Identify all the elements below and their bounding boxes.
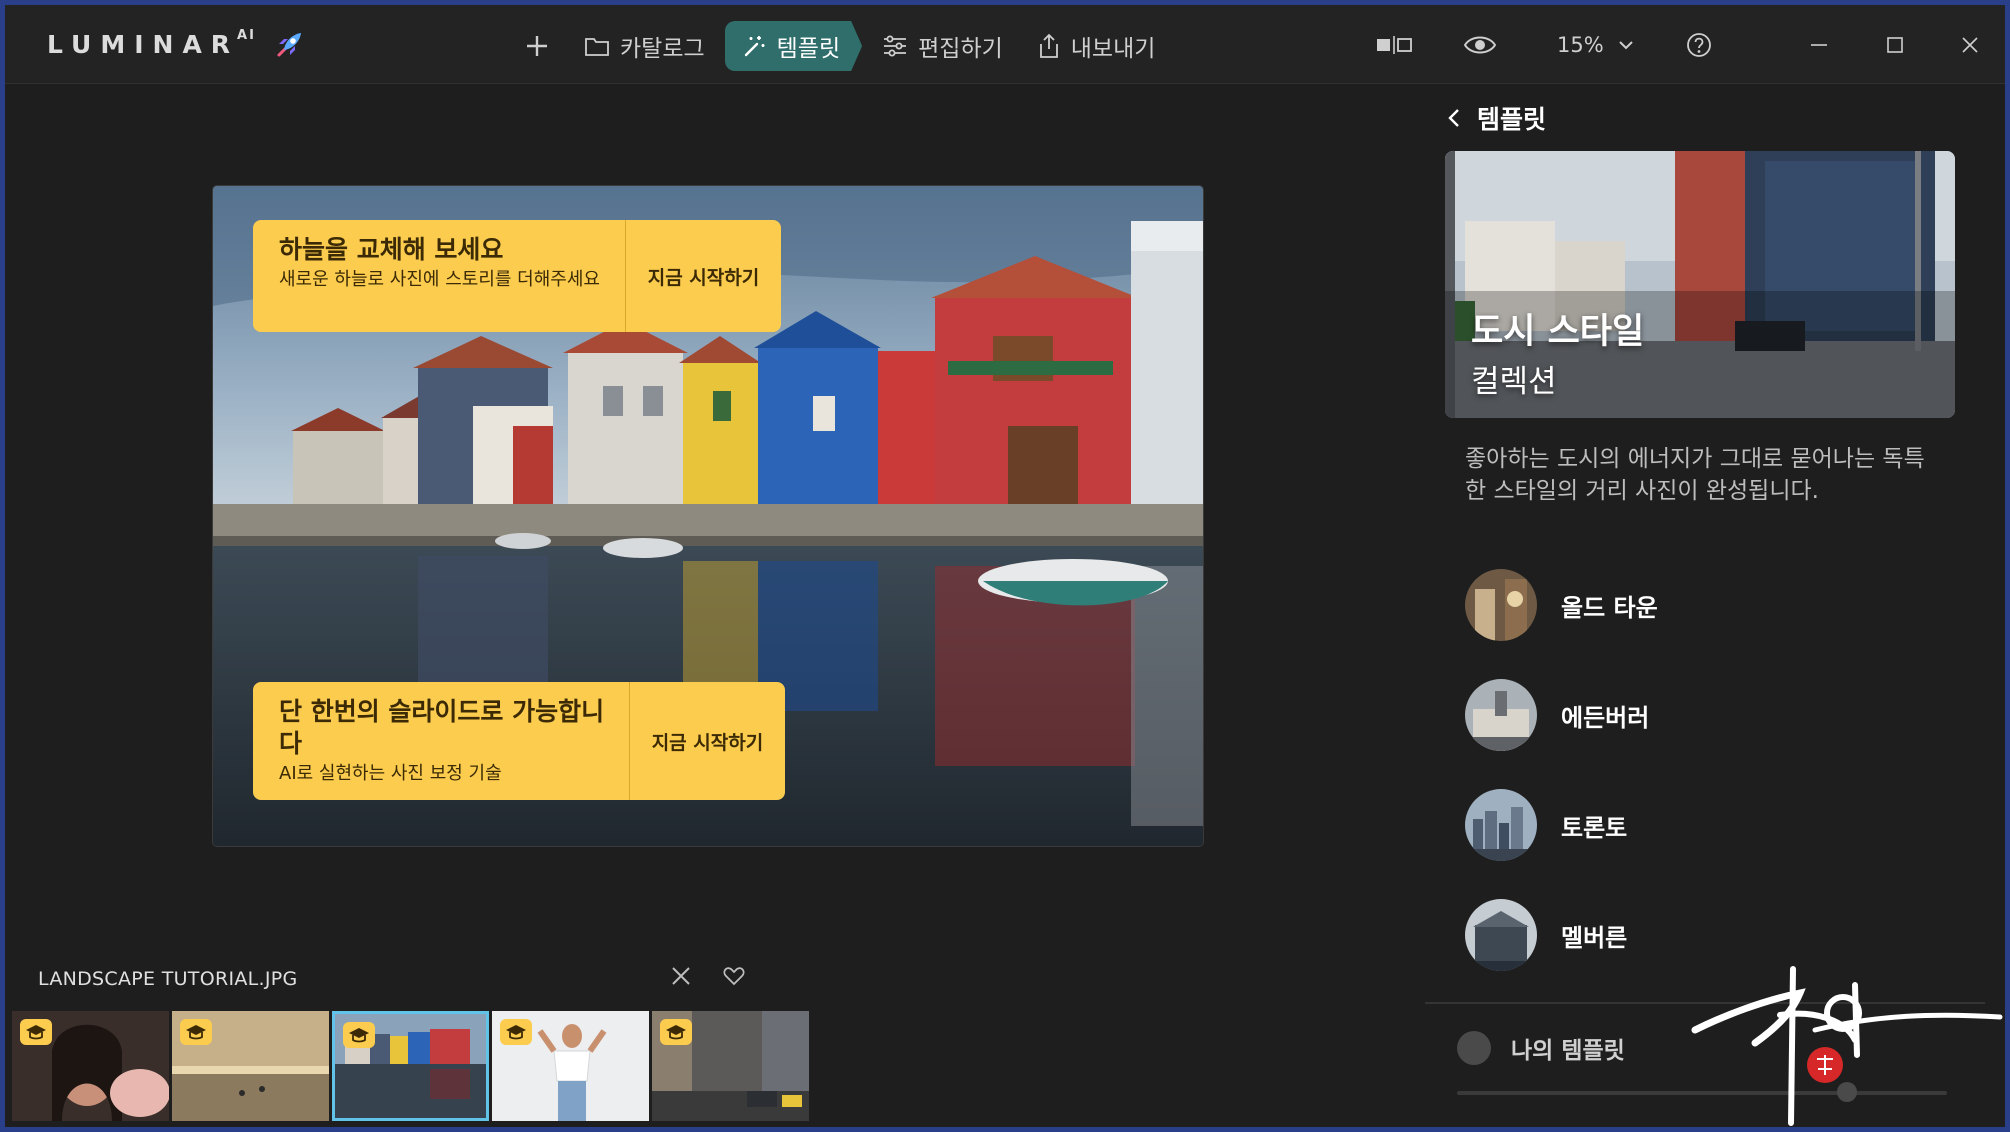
filmstrip	[12, 1011, 809, 1121]
filmstrip-close-button[interactable]	[670, 965, 692, 991]
magic-wand-icon	[744, 36, 765, 57]
tab-templates-label: 템플릿	[776, 36, 841, 62]
tab-catalog[interactable]: 카탈로그	[570, 21, 719, 71]
signature-watermark	[1685, 955, 2005, 1127]
compare-button[interactable]	[1375, 23, 1413, 67]
template-item-edinburgh[interactable]: 에든버러	[1465, 660, 1945, 770]
thumbnail-model[interactable]	[492, 1011, 649, 1121]
collection-hero-card[interactable]: 도시 스타일 컬렉션	[1445, 151, 1955, 418]
close-icon	[672, 967, 690, 985]
promo-subtitle: AI로 실현하는 사진 보정 기술	[279, 763, 502, 784]
favorite-button[interactable]	[723, 966, 745, 990]
tab-catalog-label: 카탈로그	[620, 36, 705, 62]
tab-edit-label: 편집하기	[918, 36, 1003, 62]
template-name: 멜버른	[1561, 923, 1628, 952]
my-templates-icon	[1457, 1031, 1491, 1065]
tab-export[interactable]: 내보내기	[1023, 21, 1170, 71]
panel-title: 템플릿	[1477, 105, 1547, 134]
close-icon	[1962, 37, 1978, 53]
zoom-value: 15%	[1557, 33, 1604, 57]
template-name: 에든버러	[1561, 703, 1650, 732]
minimize-icon	[1811, 44, 1827, 46]
promo-cta-button[interactable]: 지금 시작하기	[630, 682, 785, 800]
heart-icon	[723, 967, 745, 986]
title-bar: LUMINAR AI 카탈로그 템플릿 편집하기 내보내기 15%	[5, 5, 2005, 84]
panel-back-button[interactable]: 템플릿	[1447, 100, 1546, 136]
promo-cta-button[interactable]: 지금 시작하기	[626, 220, 781, 332]
add-button[interactable]	[510, 21, 564, 71]
filmstrip-filename: LANDSCAPE TUTORIAL.JPG	[38, 968, 298, 990]
compare-icon	[1377, 36, 1412, 54]
app-logo: LUMINAR AI	[47, 27, 256, 63]
promo-subtitle: 새로운 하늘로 사진에 스토리를 더해주세요	[279, 269, 600, 290]
thumbnail-street[interactable]	[652, 1011, 809, 1121]
preview-button[interactable]	[1463, 23, 1497, 67]
collection-subtitle: 컬렉션	[1471, 364, 1557, 400]
logo-sup: AI	[237, 28, 256, 43]
main-nav: 카탈로그 템플릿 편집하기 내보내기	[510, 21, 1169, 71]
learn-badge-icon	[180, 1019, 212, 1045]
folder-icon	[585, 38, 609, 56]
template-item-old-town[interactable]: 올드 타운	[1465, 550, 1945, 660]
tab-templates[interactable]: 템플릿	[724, 21, 863, 71]
template-name: 올드 타운	[1561, 593, 1658, 622]
sliders-icon	[884, 35, 907, 57]
promo-title: 단 한번의 슬라이드로 가능합니다	[279, 697, 605, 758]
promo-title: 하늘을 교체해 보세요	[279, 235, 504, 264]
collection-title: 도시 스타일	[1471, 312, 1645, 352]
logo-text: LUMINAR	[47, 30, 240, 59]
maximize-icon	[1887, 37, 1903, 53]
zoom-dropdown[interactable]: 15%	[1557, 23, 1634, 67]
share-icon	[1039, 33, 1058, 58]
learn-badge-icon	[343, 1022, 375, 1048]
close-window-button[interactable]	[1960, 23, 1980, 67]
template-thumbnail	[1465, 569, 1537, 641]
learn-badge-icon	[660, 1019, 692, 1045]
promo-content: 단 한번의 슬라이드로 가능합니다 AI로 실현하는 사진 보정 기술	[253, 682, 630, 800]
promo-content: 하늘을 교체해 보세요 새로운 하늘로 사진에 스토리를 더해주세요	[253, 220, 626, 332]
maximize-button[interactable]	[1885, 23, 1905, 67]
chevron-left-icon	[1448, 109, 1459, 127]
tab-edit[interactable]: 편집하기	[868, 21, 1017, 71]
promo-banner-sky: 하늘을 교체해 보세요 새로운 하늘로 사진에 스토리를 더해주세요 지금 시작…	[253, 220, 781, 332]
learn-badge-icon	[20, 1019, 52, 1045]
thumbnail-portrait[interactable]	[12, 1011, 169, 1121]
learn-badge-icon	[500, 1019, 532, 1045]
template-thumbnail	[1465, 679, 1537, 751]
promo-banner-ai: 단 한번의 슬라이드로 가능합니다 AI로 실현하는 사진 보정 기술 지금 시…	[253, 682, 785, 800]
plus-icon	[527, 36, 547, 56]
template-thumbnail	[1465, 899, 1537, 971]
thumbnail-canal-selected[interactable]	[332, 1011, 489, 1121]
my-templates-button[interactable]: 나의 템플릿	[1457, 1031, 1625, 1065]
chevron-down-icon	[1618, 41, 1633, 50]
eye-icon	[1463, 36, 1497, 54]
template-thumbnail	[1465, 789, 1537, 861]
template-list: 올드 타운 에든버러 토론토 멜버른	[1465, 550, 1945, 990]
help-icon	[1687, 33, 1711, 57]
rocket-icon[interactable]	[273, 29, 305, 65]
my-templates-label: 나의 템플릿	[1511, 1038, 1625, 1064]
minimize-button[interactable]	[1809, 23, 1829, 67]
luminar-window: LUMINAR AI 카탈로그 템플릿 편집하기 내보내기 15% 하늘을 교체…	[5, 5, 2005, 1127]
template-item-toronto[interactable]: 토론토	[1465, 770, 1945, 880]
thumbnail-beach[interactable]	[172, 1011, 329, 1121]
template-name: 토론토	[1561, 813, 1628, 842]
collection-description: 좋아하는 도시의 에너지가 그대로 묻어나는 독특한 스타일의 거리 사진이 완…	[1465, 446, 1925, 504]
tab-export-label: 내보내기	[1070, 36, 1156, 62]
help-button[interactable]	[1685, 23, 1713, 67]
